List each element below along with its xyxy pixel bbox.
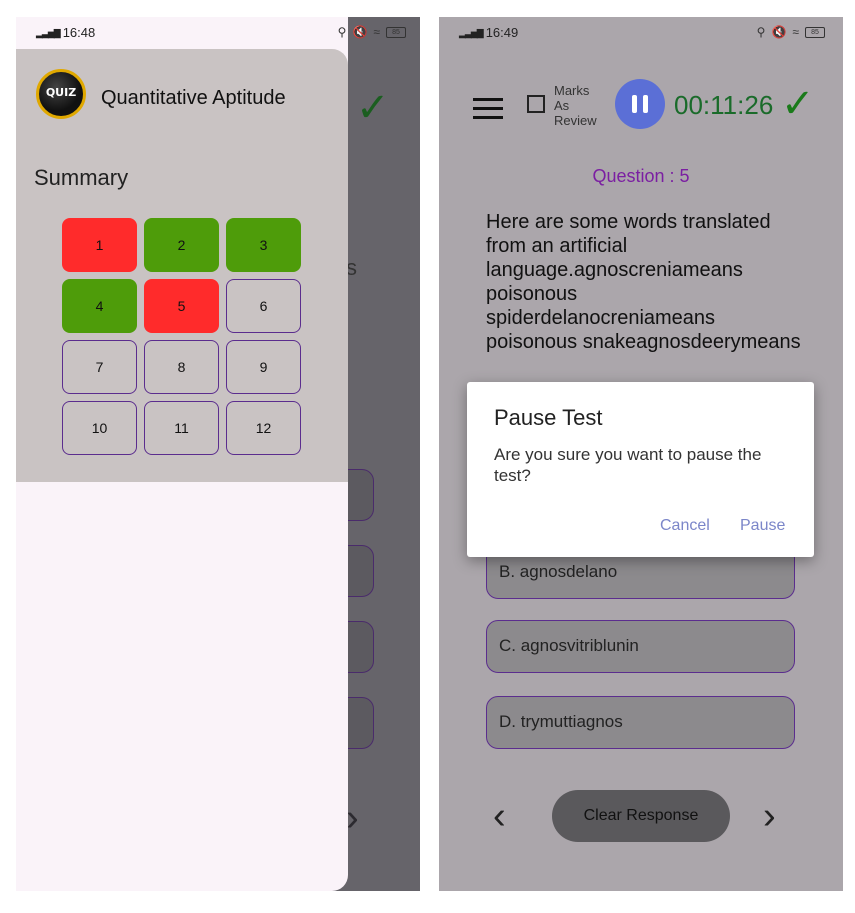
- checkmark-icon[interactable]: ✓: [781, 81, 815, 127]
- question-cell-4[interactable]: 4: [62, 279, 137, 333]
- timer: 00:11:26: [674, 90, 774, 120]
- mute-icon: 🔇: [771, 25, 787, 39]
- question-cell-2[interactable]: 2: [144, 218, 219, 272]
- pause-button[interactable]: [615, 79, 665, 129]
- wifi-icon: ≈: [373, 25, 380, 39]
- status-time: 16:48: [62, 25, 96, 40]
- question-cell-12[interactable]: 12: [226, 401, 301, 455]
- question-text: Here are some words translated from an a…: [486, 211, 801, 353]
- signal-icon: ▂▃▅▇: [459, 28, 484, 38]
- left-phone-screen: ✓ s › ▂▃▅▇ 16:48 ⚲ 🔇 ≈ 85 QUIZ Quantitati…: [16, 17, 420, 891]
- pause-confirm-button[interactable]: Pause: [740, 517, 785, 535]
- summary-drawer: ▂▃▅▇ 16:48 ⚲ 🔇 ≈ 85 QUIZ Quantitative Apt…: [16, 17, 406, 891]
- drawer-title: Quantitative Aptitude: [101, 87, 286, 109]
- mark-review-checkbox[interactable]: [527, 95, 545, 113]
- drawer-header: QUIZ Quantitative Aptitude Summary 12345…: [16, 49, 348, 482]
- chevron-left-icon[interactable]: ‹: [493, 795, 506, 838]
- question-number: Question : 5: [592, 166, 690, 186]
- question-cell-8[interactable]: 8: [144, 340, 219, 394]
- battery-icon: 85: [386, 26, 406, 38]
- question-cell-5[interactable]: 5: [144, 279, 219, 333]
- chevron-right-icon[interactable]: ›: [763, 795, 776, 838]
- status-time: 16:49: [485, 25, 519, 40]
- quiz-logo-text: QUIZ: [45, 86, 77, 99]
- pause-icon: [632, 95, 637, 113]
- status-icons: ⚲ 🔇 ≈ 85: [757, 25, 825, 39]
- option-d[interactable]: D. trymuttiagnos: [486, 696, 795, 749]
- question-cell-7[interactable]: 7: [62, 340, 137, 394]
- battery-icon: 85: [805, 26, 825, 38]
- dialog-message: Are you sure you want to pause the test?: [494, 445, 762, 485]
- right-phone-screen: ▂▃▅▇ 16:49 ⚲ 🔇 ≈ 85 Marks As Review 00:11:2…: [439, 17, 843, 891]
- dialog-title: Pause Test: [494, 405, 603, 430]
- signal-icon: ▂▃▅▇: [36, 28, 61, 38]
- submit-check-icon: ✓: [356, 86, 390, 130]
- question-cell-1[interactable]: 1: [62, 218, 137, 272]
- question-cell-10[interactable]: 10: [62, 401, 137, 455]
- hamburger-menu-icon[interactable]: [473, 98, 503, 125]
- question-cell-3[interactable]: 3: [226, 218, 301, 272]
- quiz-logo: QUIZ: [36, 69, 86, 119]
- summary-heading: Summary: [34, 165, 129, 190]
- location-icon: ⚲: [756, 25, 766, 39]
- question-cell-6[interactable]: 6: [226, 279, 301, 333]
- wifi-icon: ≈: [792, 25, 799, 39]
- question-cell-9[interactable]: 9: [226, 340, 301, 394]
- mute-icon: 🔇: [352, 25, 368, 39]
- status-icons: ⚲ 🔇 ≈ 85: [338, 25, 406, 39]
- option-c[interactable]: C. agnosvitriblunin: [486, 620, 795, 673]
- status-bar: ▂▃▅▇ 16:49 ⚲ 🔇 ≈ 85: [439, 17, 843, 49]
- question-cell-11[interactable]: 11: [144, 401, 219, 455]
- pause-dialog: Pause Test Are you sure you want to paus…: [467, 382, 814, 557]
- status-bar: ▂▃▅▇ 16:48 ⚲ 🔇 ≈ 85: [16, 17, 406, 49]
- question-grid: 1 2 3 4 5 6 7 8 9 10 11 12: [62, 218, 301, 455]
- location-icon: ⚲: [337, 25, 347, 39]
- cancel-button[interactable]: Cancel: [660, 517, 710, 535]
- mark-review-label: Marks As Review: [554, 83, 597, 128]
- clear-response-button[interactable]: Clear Response: [552, 790, 730, 842]
